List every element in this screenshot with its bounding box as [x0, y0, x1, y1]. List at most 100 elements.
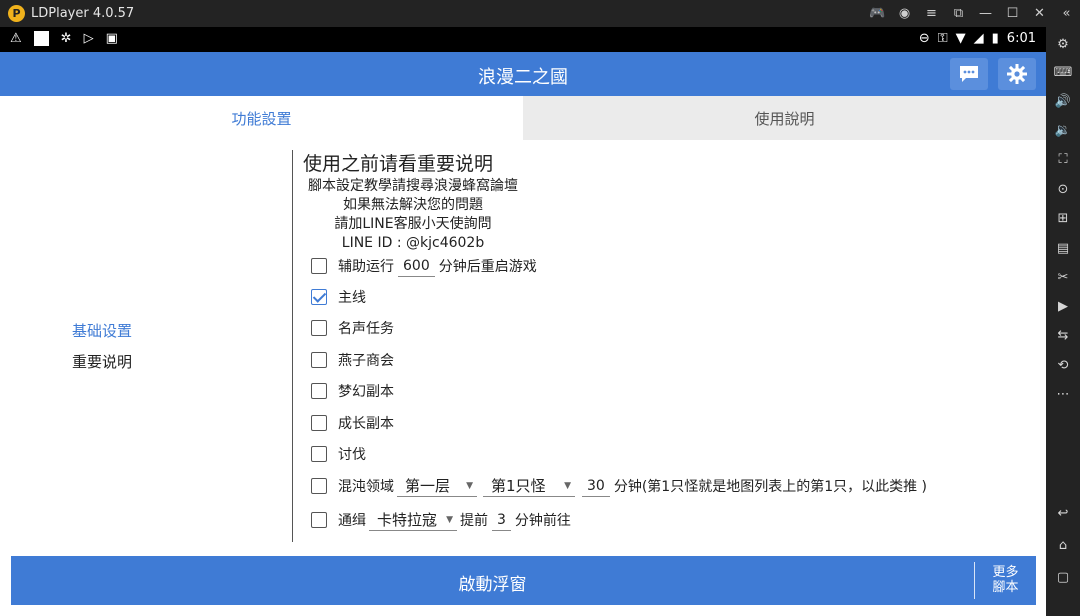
row-label: 讨伐	[338, 447, 366, 463]
row-fame-quest: 名声任务	[311, 316, 394, 340]
restart-minutes-input[interactable]: 600	[398, 255, 435, 277]
wanted-target-select[interactable]: 卡特拉寇 ▼	[369, 509, 457, 531]
account-icon[interactable]: ◉	[891, 0, 918, 27]
wanted-minutes-input[interactable]: 3	[492, 509, 511, 531]
row-label: 成长副本	[338, 416, 394, 432]
clock: 6:01	[1006, 31, 1036, 46]
chat-icon	[960, 66, 978, 82]
window-titlebar: P LDPlayer 4.0.57 🎮 ◉ ≡ ⧉ — ☐ ✕ «	[0, 0, 1080, 27]
settings-button[interactable]	[998, 58, 1036, 90]
row-label: 名声任务	[338, 321, 394, 337]
settings-panel: 使用之前请看重要说明 腳本設定教學請搜尋浪漫蜂窩論壇 如果無法解決您的問題 請加…	[303, 152, 927, 531]
chaos-floor-select[interactable]: 第一层 ▼	[397, 475, 477, 497]
row-main-quest: 主线	[311, 285, 366, 309]
home-icon[interactable]: ⌂	[1046, 534, 1080, 556]
info-text: 腳本設定教學請搜尋浪漫蜂窩論壇 如果無法解決您的問題 請加LINE客服小天使詢問…	[303, 177, 523, 253]
row-label: 辅助运行	[338, 259, 394, 275]
checkbox-auto-restart[interactable]	[311, 258, 327, 274]
android-statusbar: ⚠ ✲ ▷ ▣ ⊖ ⚿ ▼ ◢ ▮ 6:01	[0, 27, 1046, 52]
more-line: 腳本	[992, 580, 1019, 595]
nav-item-important-notes[interactable]: 重要说明	[72, 351, 132, 382]
emulator-window: P LDPlayer 4.0.57 🎮 ◉ ≡ ⧉ — ☐ ✕ « ⚠ ✲ ▷ …	[0, 0, 1080, 616]
collapse-sidebar-icon[interactable]: «	[1053, 0, 1080, 27]
keyboard-icon[interactable]: ⌨	[1046, 61, 1080, 83]
chaos-minutes-input[interactable]: 30	[582, 475, 610, 497]
start-float-label: 啟動浮窗	[458, 575, 527, 595]
row-label: 梦幻副本	[338, 384, 394, 400]
rotate-icon[interactable]: ⟲	[1046, 354, 1080, 376]
recents-icon[interactable]: ▢	[1046, 566, 1080, 588]
checkbox-main-quest[interactable]	[311, 289, 327, 305]
select-value: 第1只怪	[491, 477, 546, 495]
app-title: 浪漫二之國	[478, 67, 568, 88]
tab-bar: 功能設置 使用說明	[0, 96, 1046, 140]
maximize-button[interactable]: ☐	[999, 0, 1026, 27]
info-line: 請加LINE客服小天使詢問	[334, 216, 492, 232]
key-icon: ⚿	[937, 31, 948, 46]
checkbox-crusade[interactable]	[311, 446, 327, 462]
gear-icon	[1007, 64, 1027, 84]
popout-icon[interactable]: ⧉	[945, 0, 972, 27]
settings-gear-icon[interactable]: ⚙	[1046, 33, 1080, 55]
row-dream-dungeon: 梦幻副本	[311, 379, 394, 403]
back-icon[interactable]: ↩	[1046, 502, 1080, 524]
chat-button[interactable]	[950, 58, 988, 90]
nav-item-basic-settings[interactable]: 基础设置	[72, 320, 132, 351]
screenshot-icon[interactable]: ⛶	[1046, 148, 1080, 170]
checkbox-swallow-guild[interactable]	[311, 352, 327, 368]
tab-instructions[interactable]: 使用說明	[523, 96, 1046, 140]
row-label: 主线	[338, 290, 366, 306]
app-header: 浪漫二之國	[0, 52, 1046, 96]
info-line: LINE ID : @kjc4602b	[341, 235, 485, 251]
row-growth-dungeon: 成长副本	[311, 411, 394, 435]
content-heading: 使用之前请看重要说明	[303, 153, 494, 175]
font-icon: ▣	[105, 31, 118, 46]
sync-icon[interactable]: ⇆	[1046, 324, 1080, 346]
row-suffix: 分钟前往	[514, 513, 571, 529]
close-button[interactable]: ✕	[1026, 0, 1053, 27]
start-float-button[interactable]: 啟動浮窗 更多 腳本	[11, 556, 1036, 605]
scissors-icon[interactable]: ✂	[1046, 266, 1080, 288]
select-value: 第一层	[405, 477, 451, 495]
more-icon[interactable]: ⋯	[1046, 383, 1080, 405]
row-crusade: 讨伐	[311, 442, 366, 466]
gamepad-icon[interactable]: 🎮	[864, 0, 891, 27]
dropdown-caret-icon: ▼	[466, 480, 473, 491]
add-app-icon[interactable]: ⊞	[1046, 207, 1080, 229]
apk-icon[interactable]: ▤	[1046, 237, 1080, 259]
window-title: LDPlayer 4.0.57	[31, 6, 135, 21]
info-line: 腳本設定教學請搜尋浪漫蜂窩論壇	[308, 178, 518, 194]
row-chaos-realm: 混沌领域 第一层 ▼ 第1只怪 ▼ 30 分钟(第1只怪就是地图列表上的第1只，以此…	[311, 474, 927, 498]
row-suffix: 分钟后重启游戏	[438, 259, 537, 275]
app-screen: 浪漫二之國 功能設置 使用說明 基础设置 重要说明 使用之前请看重要说明 腳本設…	[0, 52, 1046, 616]
volume-down-icon[interactable]: 🔉	[1046, 119, 1080, 141]
checkbox-dream-dungeon[interactable]	[311, 383, 327, 399]
volume-up-icon[interactable]: 🔊	[1046, 90, 1080, 112]
checkbox-wanted[interactable]	[311, 512, 327, 528]
emulator-toolbar: ⚙ ⌨ 🔊 🔉 ⛶ ⊙ ⊞ ▤ ✂ ▶ ⇆ ⟲ ⋯ ↩ ⌂ ▢	[1046, 27, 1080, 616]
info-line: 如果無法解決您的問題	[343, 197, 483, 213]
more-scripts-button[interactable]: 更多 腳本	[975, 565, 1036, 595]
wifi-icon: ▼	[955, 31, 966, 46]
notification-square-icon	[33, 31, 49, 46]
minimize-button[interactable]: —	[972, 0, 999, 27]
titlebar-controls: 🎮 ◉ ≡ ⧉ — ☐ ✕ «	[864, 0, 1080, 27]
row-label: 燕子商会	[338, 353, 394, 369]
checkbox-chaos-realm[interactable]	[311, 478, 327, 494]
checkbox-growth-dungeon[interactable]	[311, 415, 327, 431]
checkbox-fame-quest[interactable]	[311, 320, 327, 336]
dropdown-caret-icon: ▼	[564, 480, 571, 491]
dnd-icon: ⊖	[918, 31, 930, 46]
menu-icon[interactable]: ≡	[918, 0, 945, 27]
tab-function-settings[interactable]: 功能設置	[0, 96, 523, 140]
row-swallow-guild: 燕子商会	[311, 348, 394, 372]
row-suffix: 分钟(第1只怪就是地图列表上的第1只，以此类推 )	[613, 479, 928, 495]
row-auto-restart: 辅助运行 600 分钟后重启游戏	[311, 254, 537, 278]
row-label: 混沌领域	[338, 479, 394, 495]
ldplayer-logo-icon: P	[8, 5, 25, 22]
chaos-monster-select[interactable]: 第1只怪 ▼	[483, 475, 575, 497]
video-icon[interactable]: ▶	[1046, 295, 1080, 317]
record-icon[interactable]: ⊙	[1046, 178, 1080, 200]
signal-icon: ◢	[973, 31, 984, 46]
row-prefix: 提前	[460, 513, 488, 529]
